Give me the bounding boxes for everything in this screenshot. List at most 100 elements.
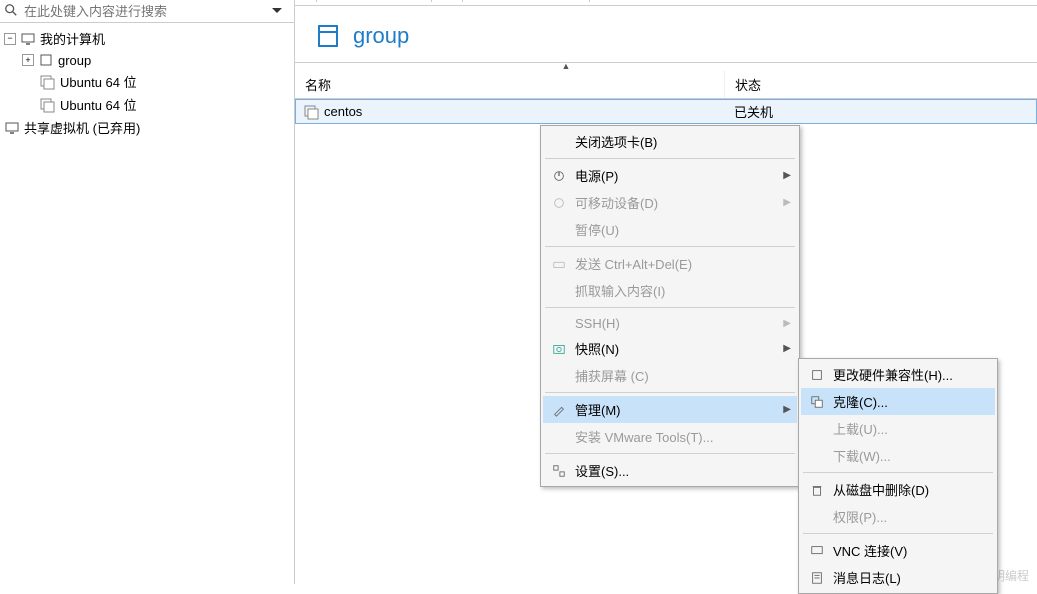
send-icon	[549, 256, 569, 272]
vnc-icon	[807, 543, 827, 559]
blank-icon	[549, 315, 569, 331]
page-title: group	[353, 23, 409, 49]
sidebar: − 我的计算机 + group Ubuntu 64 位	[0, 0, 295, 584]
blank-icon	[807, 448, 827, 464]
tree-root-my-computer[interactable]: − 我的计算机	[0, 27, 294, 50]
menu-item: SSH(H)▶	[543, 311, 797, 335]
menu-item: 可移动设备(D)▶	[543, 189, 797, 216]
tree-shared-vms[interactable]: 共享虚拟机 (已弃用)	[0, 116, 294, 139]
menu-item[interactable]: 电源(P)▶	[543, 162, 797, 189]
submenu-arrow-icon: ▶	[783, 404, 791, 415]
context-menu: 关闭选项卡(B)电源(P)▶可移动设备(D)▶暂停(U)发送 Ctrl+Alt+…	[540, 125, 800, 487]
tab-我的计算机[interactable]: 我的计算机✕	[316, 0, 432, 2]
menu-label: 电源(P)	[575, 166, 783, 185]
settings-icon	[549, 463, 569, 479]
menu-label: SSH(H)	[575, 316, 783, 331]
menu-item[interactable]: 快照(N)▶	[543, 335, 797, 362]
menu-separator	[803, 472, 993, 473]
menu-item[interactable]: 设置(S)...	[543, 457, 797, 484]
blank-icon	[549, 222, 569, 238]
blank-icon	[549, 368, 569, 384]
submenu-manage: 更改硬件兼容性(H)... 克隆(C)... 上载(U)... 下载(W)... 从磁盘…	[798, 358, 998, 594]
col-header-state[interactable]: 状态	[725, 71, 905, 98]
blank-icon	[807, 421, 827, 437]
hardware-icon	[807, 367, 827, 383]
menu-label: 安装 VMware Tools(T)...	[575, 427, 791, 446]
menu-separator	[545, 453, 795, 454]
vm-list-row[interactable]: centos 已关机	[295, 99, 1037, 124]
collapse-icon[interactable]: −	[4, 33, 16, 45]
menu-separator	[545, 246, 795, 247]
menu-separator	[803, 533, 993, 534]
tree-group[interactable]: + group	[0, 50, 294, 70]
column-headers: 名称 状态	[295, 71, 1037, 99]
tree-label: 我的计算机	[40, 29, 105, 48]
menu-label: 权限(P)...	[833, 507, 989, 526]
menu-item: 抓取输入内容(I)	[543, 277, 797, 304]
menu-label: 发送 Ctrl+Alt+Del(E)	[575, 254, 791, 273]
title-area: group	[295, 6, 1037, 62]
menu-item[interactable]: 关闭选项卡(B)	[543, 128, 797, 155]
computer-icon	[20, 31, 36, 47]
vm-icon	[304, 104, 320, 120]
blank-icon	[549, 429, 569, 445]
menu-item[interactable]: 从磁盘中删除(D)	[801, 476, 995, 503]
blank-icon	[549, 283, 569, 299]
search-bar	[0, 0, 294, 23]
menu-item[interactable]: 更改硬件兼容性(H)...	[801, 361, 995, 388]
vm-icon	[40, 74, 56, 90]
menu-label: 快照(N)	[575, 339, 783, 358]
tree-label: 共享虚拟机 (已弃用)	[24, 118, 140, 137]
menu-separator	[545, 307, 795, 308]
power-icon	[549, 168, 569, 184]
menu-label: VNC 连接(V)	[833, 541, 989, 560]
menu-label: 可移动设备(D)	[575, 193, 783, 212]
menu-item: 发送 Ctrl+Alt+Del(E)	[543, 250, 797, 277]
menu-label: 上载(U)...	[833, 419, 989, 438]
expand-icon[interactable]: +	[22, 54, 34, 66]
menu-item[interactable]: VNC 连接(V)	[801, 537, 995, 564]
menu-item: 捕获屏幕 (C)	[543, 362, 797, 389]
menu-label: 设置(S)...	[575, 461, 791, 480]
menu-item[interactable]: 克隆(C)...	[801, 388, 995, 415]
tree-label: Ubuntu 64 位	[60, 95, 137, 114]
blank-icon	[807, 509, 827, 525]
vm-state: 已关机	[726, 102, 773, 121]
menu-item: 下载(W)...	[801, 442, 995, 469]
menu-label: 消息日志(L)	[833, 568, 989, 587]
manage-icon	[549, 402, 569, 418]
clone-icon	[807, 394, 827, 410]
search-input[interactable]	[24, 4, 272, 19]
vm-name: centos	[324, 104, 362, 119]
menu-item[interactable]: 管理(M)▶	[543, 396, 797, 423]
menu-label: 下载(W)...	[833, 446, 989, 465]
shared-icon	[4, 120, 20, 136]
sort-indicator-icon: ▲	[295, 61, 1037, 71]
menu-item[interactable]: 消息日志(L)	[801, 564, 995, 591]
delete-icon	[807, 482, 827, 498]
menu-separator	[545, 158, 795, 159]
menu-item: 安装 VMware Tools(T)...	[543, 423, 797, 450]
submenu-arrow-icon: ▶	[783, 318, 791, 329]
group-icon	[315, 22, 343, 50]
menu-label: 从磁盘中删除(D)	[833, 480, 989, 499]
tree-vm-ubuntu-1[interactable]: Ubuntu 64 位	[0, 70, 294, 93]
search-dropdown-button[interactable]	[272, 2, 290, 20]
col-header-name[interactable]: 名称	[295, 71, 725, 98]
vm-tree: − 我的计算机 + group Ubuntu 64 位	[0, 23, 294, 143]
tree-vm-ubuntu-2[interactable]: Ubuntu 64 位	[0, 93, 294, 116]
menu-separator	[545, 392, 795, 393]
menu-item: 权限(P)...	[801, 503, 995, 530]
tab-Ubuntu 64 位[interactable]: Ubuntu 64 位✕	[462, 0, 590, 2]
menu-label: 抓取输入内容(I)	[575, 281, 791, 300]
submenu-arrow-icon: ▶	[783, 170, 791, 181]
submenu-arrow-icon: ▶	[783, 343, 791, 354]
log-icon	[807, 570, 827, 586]
menu-label: 关闭选项卡(B)	[575, 132, 791, 151]
vm-icon	[40, 97, 56, 113]
menu-label: 更改硬件兼容性(H)...	[833, 365, 989, 384]
device-icon	[549, 195, 569, 211]
menu-label: 捕获屏幕 (C)	[575, 366, 791, 385]
tree-label: Ubuntu 64 位	[60, 72, 137, 91]
folder-icon	[38, 52, 54, 68]
